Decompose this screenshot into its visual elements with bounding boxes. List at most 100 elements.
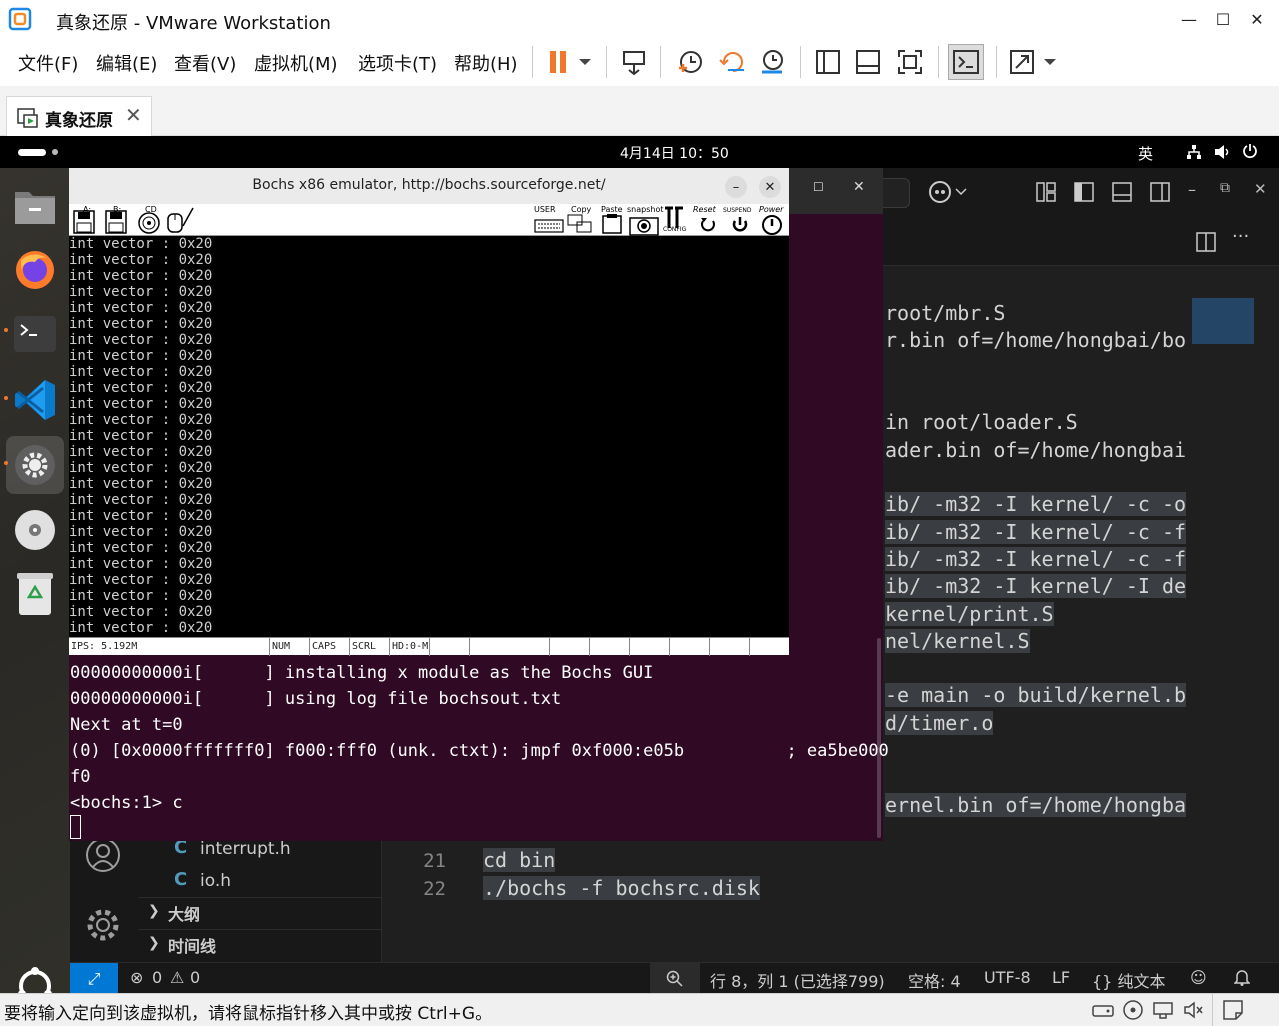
guest-display[interactable]: 4月14日 10：50 英 – ⧉ ✕ ··· root/mbr.S r.bin… xyxy=(0,136,1279,993)
editor-line[interactable]: nel/kernel.S xyxy=(885,629,1030,653)
volume-icon[interactable] xyxy=(1214,144,1232,164)
menu-view[interactable]: 查看(V) xyxy=(174,50,236,76)
close-button[interactable]: ✕ xyxy=(759,176,781,198)
editor-line[interactable]: kernel/print.S xyxy=(885,602,1054,626)
more-actions-icon[interactable]: ··· xyxy=(1232,226,1249,247)
warning-icon[interactable]: ⚠ xyxy=(170,968,184,987)
toggle-panel-icon[interactable] xyxy=(1112,182,1132,206)
stretch-icon[interactable] xyxy=(1006,46,1038,78)
vscode-icon[interactable] xyxy=(9,374,61,426)
editor-line[interactable]: d/timer.o xyxy=(885,711,994,735)
language-mode[interactable]: {} 纯文本 xyxy=(1092,968,1165,992)
tab-vm[interactable]: 真象还原 ✕ xyxy=(6,96,152,136)
explorer-file[interactable]: interrupt.h xyxy=(200,839,291,859)
editor-line[interactable]: ib/ -m32 -I kernel/ -c -f xyxy=(885,520,1187,544)
network-adapter-icon[interactable] xyxy=(1152,999,1174,1025)
terminal-prompt[interactable]: <bochs:1> c xyxy=(70,790,183,816)
menu-edit[interactable]: 编辑(E) xyxy=(96,50,157,76)
editor-line[interactable]: -e main -o build/kernel.b xyxy=(885,683,1187,707)
editor-line[interactable]: root/mbr.S xyxy=(885,301,1005,325)
editor-line[interactable]: ib/ -m32 -I kernel/ -c -f xyxy=(885,547,1187,571)
hard-disk-icon[interactable] xyxy=(1092,1000,1114,1024)
reset-icon[interactable] xyxy=(699,216,717,238)
menu-vm[interactable]: 虚拟机(M) xyxy=(254,50,338,76)
minimize-button[interactable]: – xyxy=(725,176,747,198)
toggle-sidebar-icon[interactable] xyxy=(1074,182,1094,206)
layout-icon[interactable] xyxy=(1036,182,1056,206)
indentation[interactable]: 空格: 4 xyxy=(908,968,961,992)
sidebar-icon[interactable] xyxy=(812,46,844,78)
editor-line[interactable]: ernel.bin of=/home/hongba xyxy=(885,793,1187,817)
remote-indicator-icon[interactable]: ⤢ xyxy=(70,963,118,993)
feedback-icon[interactable]: ☺ xyxy=(1190,968,1207,987)
menu-help[interactable]: 帮助(H) xyxy=(454,50,518,76)
cd-dvd-icon[interactable] xyxy=(1122,999,1144,1025)
minimize-button[interactable]: — xyxy=(1174,4,1204,34)
revert-snapshot-icon[interactable] xyxy=(716,46,748,78)
thumbnail-icon[interactable] xyxy=(852,46,884,78)
dropdown-icon[interactable] xyxy=(570,46,600,78)
timeline-section[interactable]: 时间线 xyxy=(168,933,216,957)
bochs-window[interactable]: Bochs x86 emulator, http://bochs.sourcef… xyxy=(69,168,789,656)
dvd-icon[interactable] xyxy=(9,504,61,556)
dropdown-icon[interactable] xyxy=(1036,46,1064,78)
zoom-icon[interactable] xyxy=(650,963,700,993)
end-of-line[interactable]: LF xyxy=(1052,968,1070,987)
manage-gear-icon[interactable] xyxy=(85,907,121,947)
error-icon[interactable]: ⊗ xyxy=(130,968,143,987)
toggle-secondary-sidebar-icon[interactable] xyxy=(1150,182,1170,206)
editor-line[interactable]: ./bochs -f bochsrc.disk xyxy=(483,876,760,900)
close-icon[interactable]: ✕ xyxy=(125,103,142,127)
settings-icon[interactable] xyxy=(6,436,64,494)
account-icon[interactable] xyxy=(85,837,121,877)
snapshot-icon[interactable] xyxy=(674,46,706,78)
snapshot-manager-icon[interactable] xyxy=(756,46,788,78)
explorer-file[interactable]: io.h xyxy=(200,871,231,891)
split-editor-icon[interactable] xyxy=(1196,232,1216,256)
network-icon[interactable] xyxy=(1186,144,1202,164)
maximize-icon[interactable]: ☐ xyxy=(813,180,824,194)
firefox-icon[interactable] xyxy=(9,244,61,296)
editor-line[interactable]: ib/ -m32 -I kernel/ -I de xyxy=(885,574,1187,598)
copilot-icon[interactable] xyxy=(928,180,968,208)
sound-card-icon[interactable] xyxy=(1182,999,1204,1025)
menu-file[interactable]: 文件(F) xyxy=(18,50,78,76)
close-icon[interactable]: ✕ xyxy=(853,179,865,195)
encoding[interactable]: UTF-8 xyxy=(984,968,1031,987)
editor-line[interactable]: cd bin xyxy=(483,848,556,872)
mouse-icon[interactable] xyxy=(165,206,195,238)
activities-indicator[interactable] xyxy=(18,149,46,156)
minimize-icon[interactable]: – xyxy=(1188,180,1196,199)
floppy-b-icon[interactable] xyxy=(105,210,127,238)
error-count[interactable]: 0 xyxy=(152,968,162,987)
close-button[interactable]: ✕ xyxy=(1242,4,1272,34)
cursor-position[interactable]: 行 8，列 1 (已选择799) xyxy=(710,968,885,992)
terminal-icon[interactable] xyxy=(9,308,61,360)
cdrom-icon[interactable] xyxy=(137,210,161,238)
editor-line[interactable]: ib/ -m32 -I kernel/ -c -o xyxy=(885,492,1187,516)
close-icon[interactable]: ✕ xyxy=(1254,180,1267,198)
send-ctrl-alt-del-icon[interactable] xyxy=(618,46,650,78)
copy-icon[interactable] xyxy=(567,214,593,238)
editor-line[interactable]: in root/loader.S xyxy=(885,410,1078,434)
paste-icon[interactable] xyxy=(601,214,623,238)
ubuntu-apps-icon[interactable] xyxy=(9,960,61,993)
restore-icon[interactable]: ⧉ xyxy=(1220,180,1230,196)
editor-line[interactable]: r.bin of=/home/hongbai/bo xyxy=(885,328,1186,352)
editor-line[interactable]: ader.bin of=/home/hongbai xyxy=(885,438,1186,462)
trash-icon[interactable] xyxy=(9,568,61,620)
maximize-button[interactable]: ☐ xyxy=(1208,4,1238,34)
fullscreen-icon[interactable] xyxy=(894,46,926,78)
warning-count[interactable]: 0 xyxy=(190,968,200,987)
suspend-icon[interactable] xyxy=(731,216,749,238)
console-view-icon[interactable] xyxy=(948,44,984,80)
bochs-vga-screen[interactable]: int vector : 0x20 int vector : 0x20 int ve… xyxy=(69,236,789,637)
keyboard-icon[interactable] xyxy=(534,216,564,238)
outline-section[interactable]: 大纲 xyxy=(168,901,200,925)
power-icon[interactable] xyxy=(1242,143,1258,163)
minimap[interactable] xyxy=(1192,298,1254,344)
clock[interactable]: 4月14日 10：50 xyxy=(620,143,729,163)
input-language[interactable]: 英 xyxy=(1138,143,1153,164)
files-icon[interactable] xyxy=(9,180,61,232)
bell-icon[interactable] xyxy=(1233,968,1251,990)
